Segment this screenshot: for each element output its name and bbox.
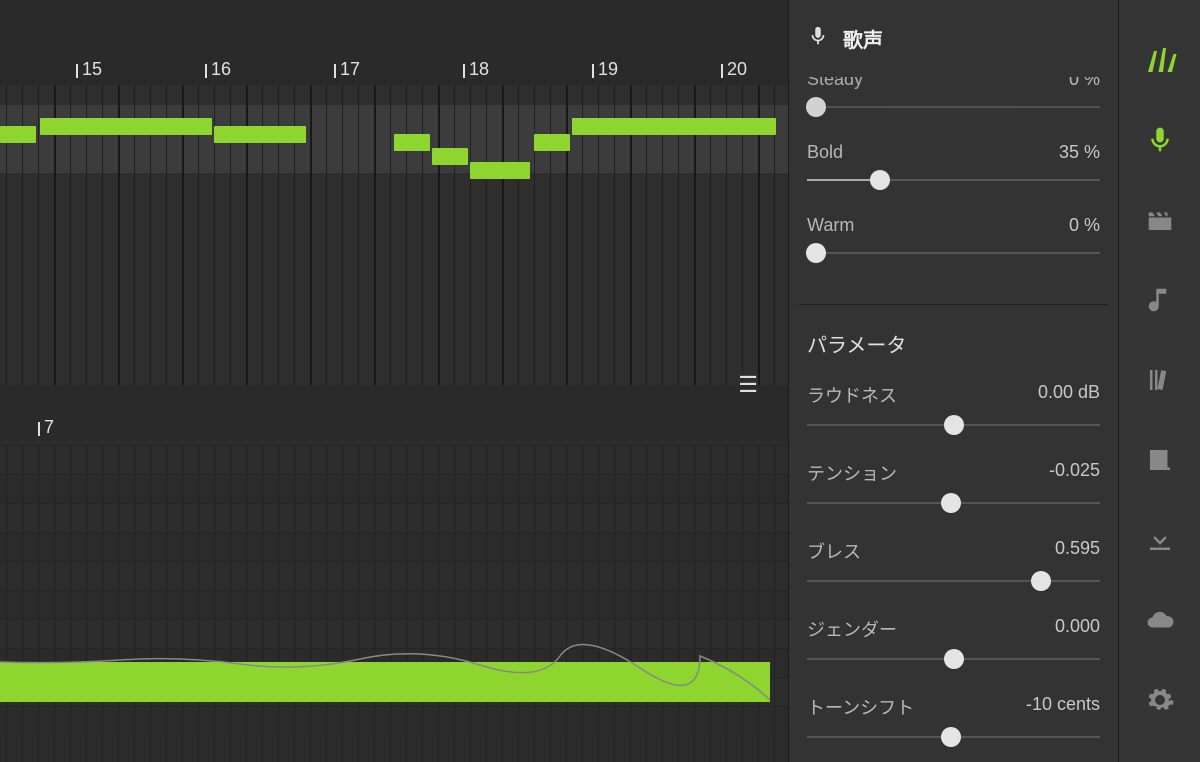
right-icon-bar <box>1118 0 1200 762</box>
param-value: 0.00 dB <box>1038 382 1100 408</box>
param-item: トーンシフト -10 cents <box>807 694 1100 744</box>
note[interactable] <box>0 126 36 143</box>
hamburger-icon[interactable]: ☰ <box>738 372 758 398</box>
param-item: Steady 0 % <box>807 77 1100 114</box>
slider[interactable] <box>807 100 1100 114</box>
download-icon[interactable] <box>1140 520 1180 560</box>
main-editor: 15 16 17 18 19 20 ☰ 7 <box>0 0 788 762</box>
timeline-ruler[interactable]: 15 16 17 18 19 20 <box>0 0 788 85</box>
ruler-tick: 19 <box>598 59 618 80</box>
param-label: トーンシフト <box>807 694 914 720</box>
app-logo-icon[interactable] <box>1140 40 1180 80</box>
param-item: ラウドネス 0.00 dB <box>807 382 1100 432</box>
note[interactable] <box>394 134 430 151</box>
slider[interactable] <box>807 574 1100 588</box>
divider <box>799 304 1108 305</box>
section-title-parameters: パラメータ <box>799 311 1108 372</box>
slider[interactable] <box>807 246 1100 260</box>
music-note-icon[interactable] <box>1140 280 1180 320</box>
note[interactable] <box>40 118 212 135</box>
slider-thumb[interactable] <box>944 649 964 669</box>
parameter-area[interactable]: 7 <box>0 410 788 762</box>
param-tracks <box>0 445 788 762</box>
ruler-tick: 20 <box>727 59 747 80</box>
library-icon[interactable] <box>1140 360 1180 400</box>
param-label: Steady <box>807 77 863 90</box>
slider-thumb[interactable] <box>806 97 826 117</box>
gear-icon[interactable] <box>1140 680 1180 720</box>
param-value: 0 % <box>1069 215 1100 236</box>
param-ruler[interactable]: 7 <box>0 410 788 440</box>
ruler-tick: 18 <box>469 59 489 80</box>
slider-thumb[interactable] <box>806 243 826 263</box>
slider[interactable] <box>807 173 1100 187</box>
param-value: 0.595 <box>1055 538 1100 564</box>
param-item: Warm 0 % <box>807 215 1100 260</box>
slider-thumb[interactable] <box>944 415 964 435</box>
param-label: ラウドネス <box>807 382 897 408</box>
slider-thumb[interactable] <box>941 727 961 747</box>
note[interactable] <box>432 148 468 165</box>
slider-thumb[interactable] <box>1031 571 1051 591</box>
param-label: ジェンダー <box>807 616 897 642</box>
param-value: -10 cents <box>1026 694 1100 720</box>
param-label: Warm <box>807 215 854 236</box>
parameter-waveform[interactable] <box>0 662 770 702</box>
note[interactable] <box>470 162 530 179</box>
slider-thumb[interactable] <box>870 170 890 190</box>
slider[interactable] <box>807 418 1100 432</box>
slider[interactable] <box>807 652 1100 666</box>
param-value: -0.025 <box>1049 460 1100 486</box>
ruler-tick: 15 <box>82 59 102 80</box>
panel-header: 歌声 <box>789 0 1118 77</box>
param-label: Bold <box>807 142 843 163</box>
param-item: ブレス 0.595 <box>807 538 1100 588</box>
param-item: Bold 35 % <box>807 142 1100 187</box>
ruler-tick: 7 <box>44 417 54 438</box>
panel-title: 歌声 <box>843 24 883 53</box>
ruler-tick: 16 <box>211 59 231 80</box>
param-value: 0 % <box>1069 77 1100 90</box>
param-value: 35 % <box>1059 142 1100 163</box>
param-item: ジェンダー 0.000 <box>807 616 1100 666</box>
note[interactable] <box>214 126 306 143</box>
cloud-check-icon[interactable] <box>1140 600 1180 640</box>
note[interactable] <box>572 118 776 135</box>
voice-side-panel: 歌声 Steady 0 % Bold 35 % Warm 0 % パラメータ ラウドネス 0… <box>788 0 1118 762</box>
ruler-tick: 17 <box>340 59 360 80</box>
param-label: ブレス <box>807 538 861 564</box>
slider-thumb[interactable] <box>941 493 961 513</box>
panel-body[interactable]: Steady 0 % Bold 35 % Warm 0 % パラメータ ラウドネス 0.00… <box>789 77 1118 762</box>
slider[interactable] <box>807 730 1100 744</box>
param-value: 0.000 <box>1055 616 1100 642</box>
microphone-icon <box>807 25 829 53</box>
param-label: テンション <box>807 460 897 486</box>
book-icon[interactable] <box>1140 440 1180 480</box>
param-item: テンション -0.025 <box>807 460 1100 510</box>
note[interactable] <box>534 134 570 151</box>
piano-roll[interactable]: 15 16 17 18 19 20 <box>0 0 788 385</box>
microphone-icon[interactable] <box>1140 120 1180 160</box>
slider[interactable] <box>807 496 1100 510</box>
clapper-icon[interactable] <box>1140 200 1180 240</box>
